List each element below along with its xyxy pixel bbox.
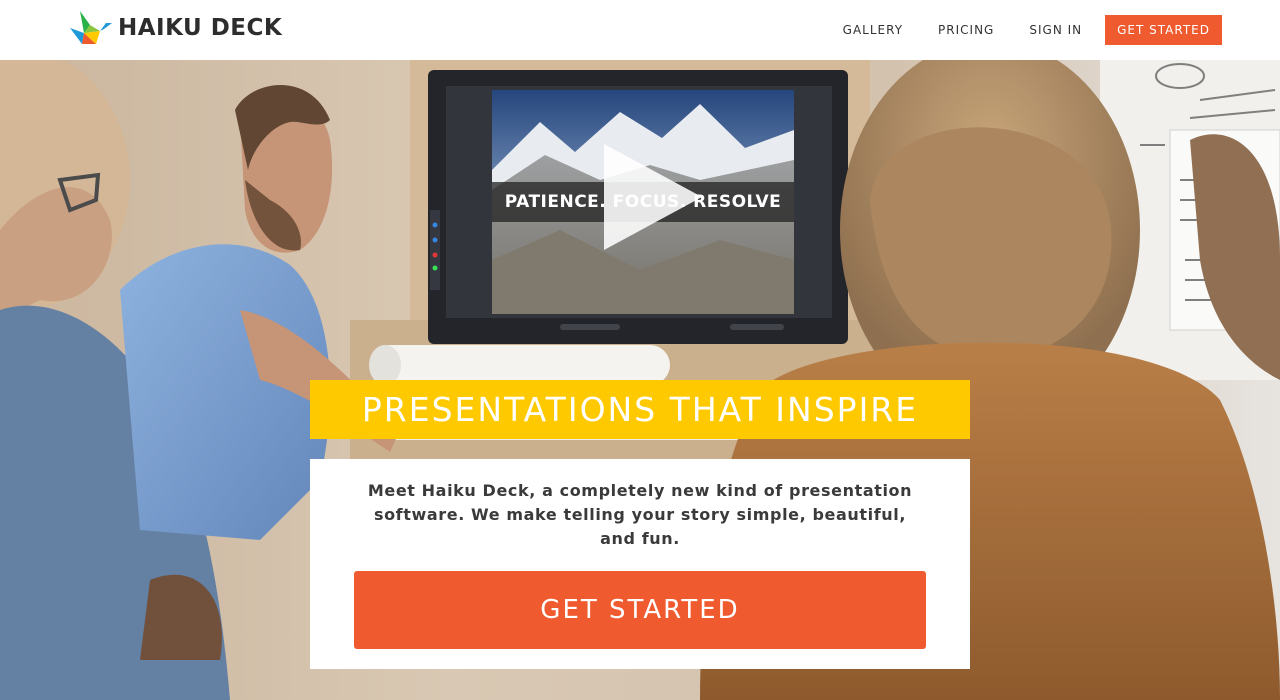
header-get-started-button[interactable]: GET STARTED (1105, 15, 1222, 45)
logo-link[interactable]: HAIKU DECK (70, 10, 282, 46)
nav-sign-in[interactable]: SIGN IN (1029, 15, 1082, 45)
nav-pricing[interactable]: PRICING (938, 15, 994, 45)
hero-description: Meet Haiku Deck, a completely new kind o… (367, 481, 913, 548)
logo-text: HAIKU DECK (118, 15, 283, 41)
origami-crane-icon (70, 11, 112, 44)
play-icon[interactable] (604, 144, 702, 250)
hero-section: PATIENCE. FOCUS. RESOLVE PRESENTATIONS T… (0, 60, 1280, 700)
headline-banner: PRESENTATIONS THAT INSPIRE (310, 380, 970, 439)
hero-card: Meet Haiku Deck, a completely new kind o… (310, 459, 970, 669)
site-header: HAIKU DECK GALLERY PRICING SIGN IN GET S… (0, 0, 1280, 60)
hero-get-started-button[interactable]: GET STARTED (354, 571, 926, 649)
main-nav: GALLERY PRICING SIGN IN GET STARTED (808, 15, 1222, 45)
hero-headline: PRESENTATIONS THAT INSPIRE (361, 390, 919, 429)
nav-gallery[interactable]: GALLERY (843, 15, 903, 45)
